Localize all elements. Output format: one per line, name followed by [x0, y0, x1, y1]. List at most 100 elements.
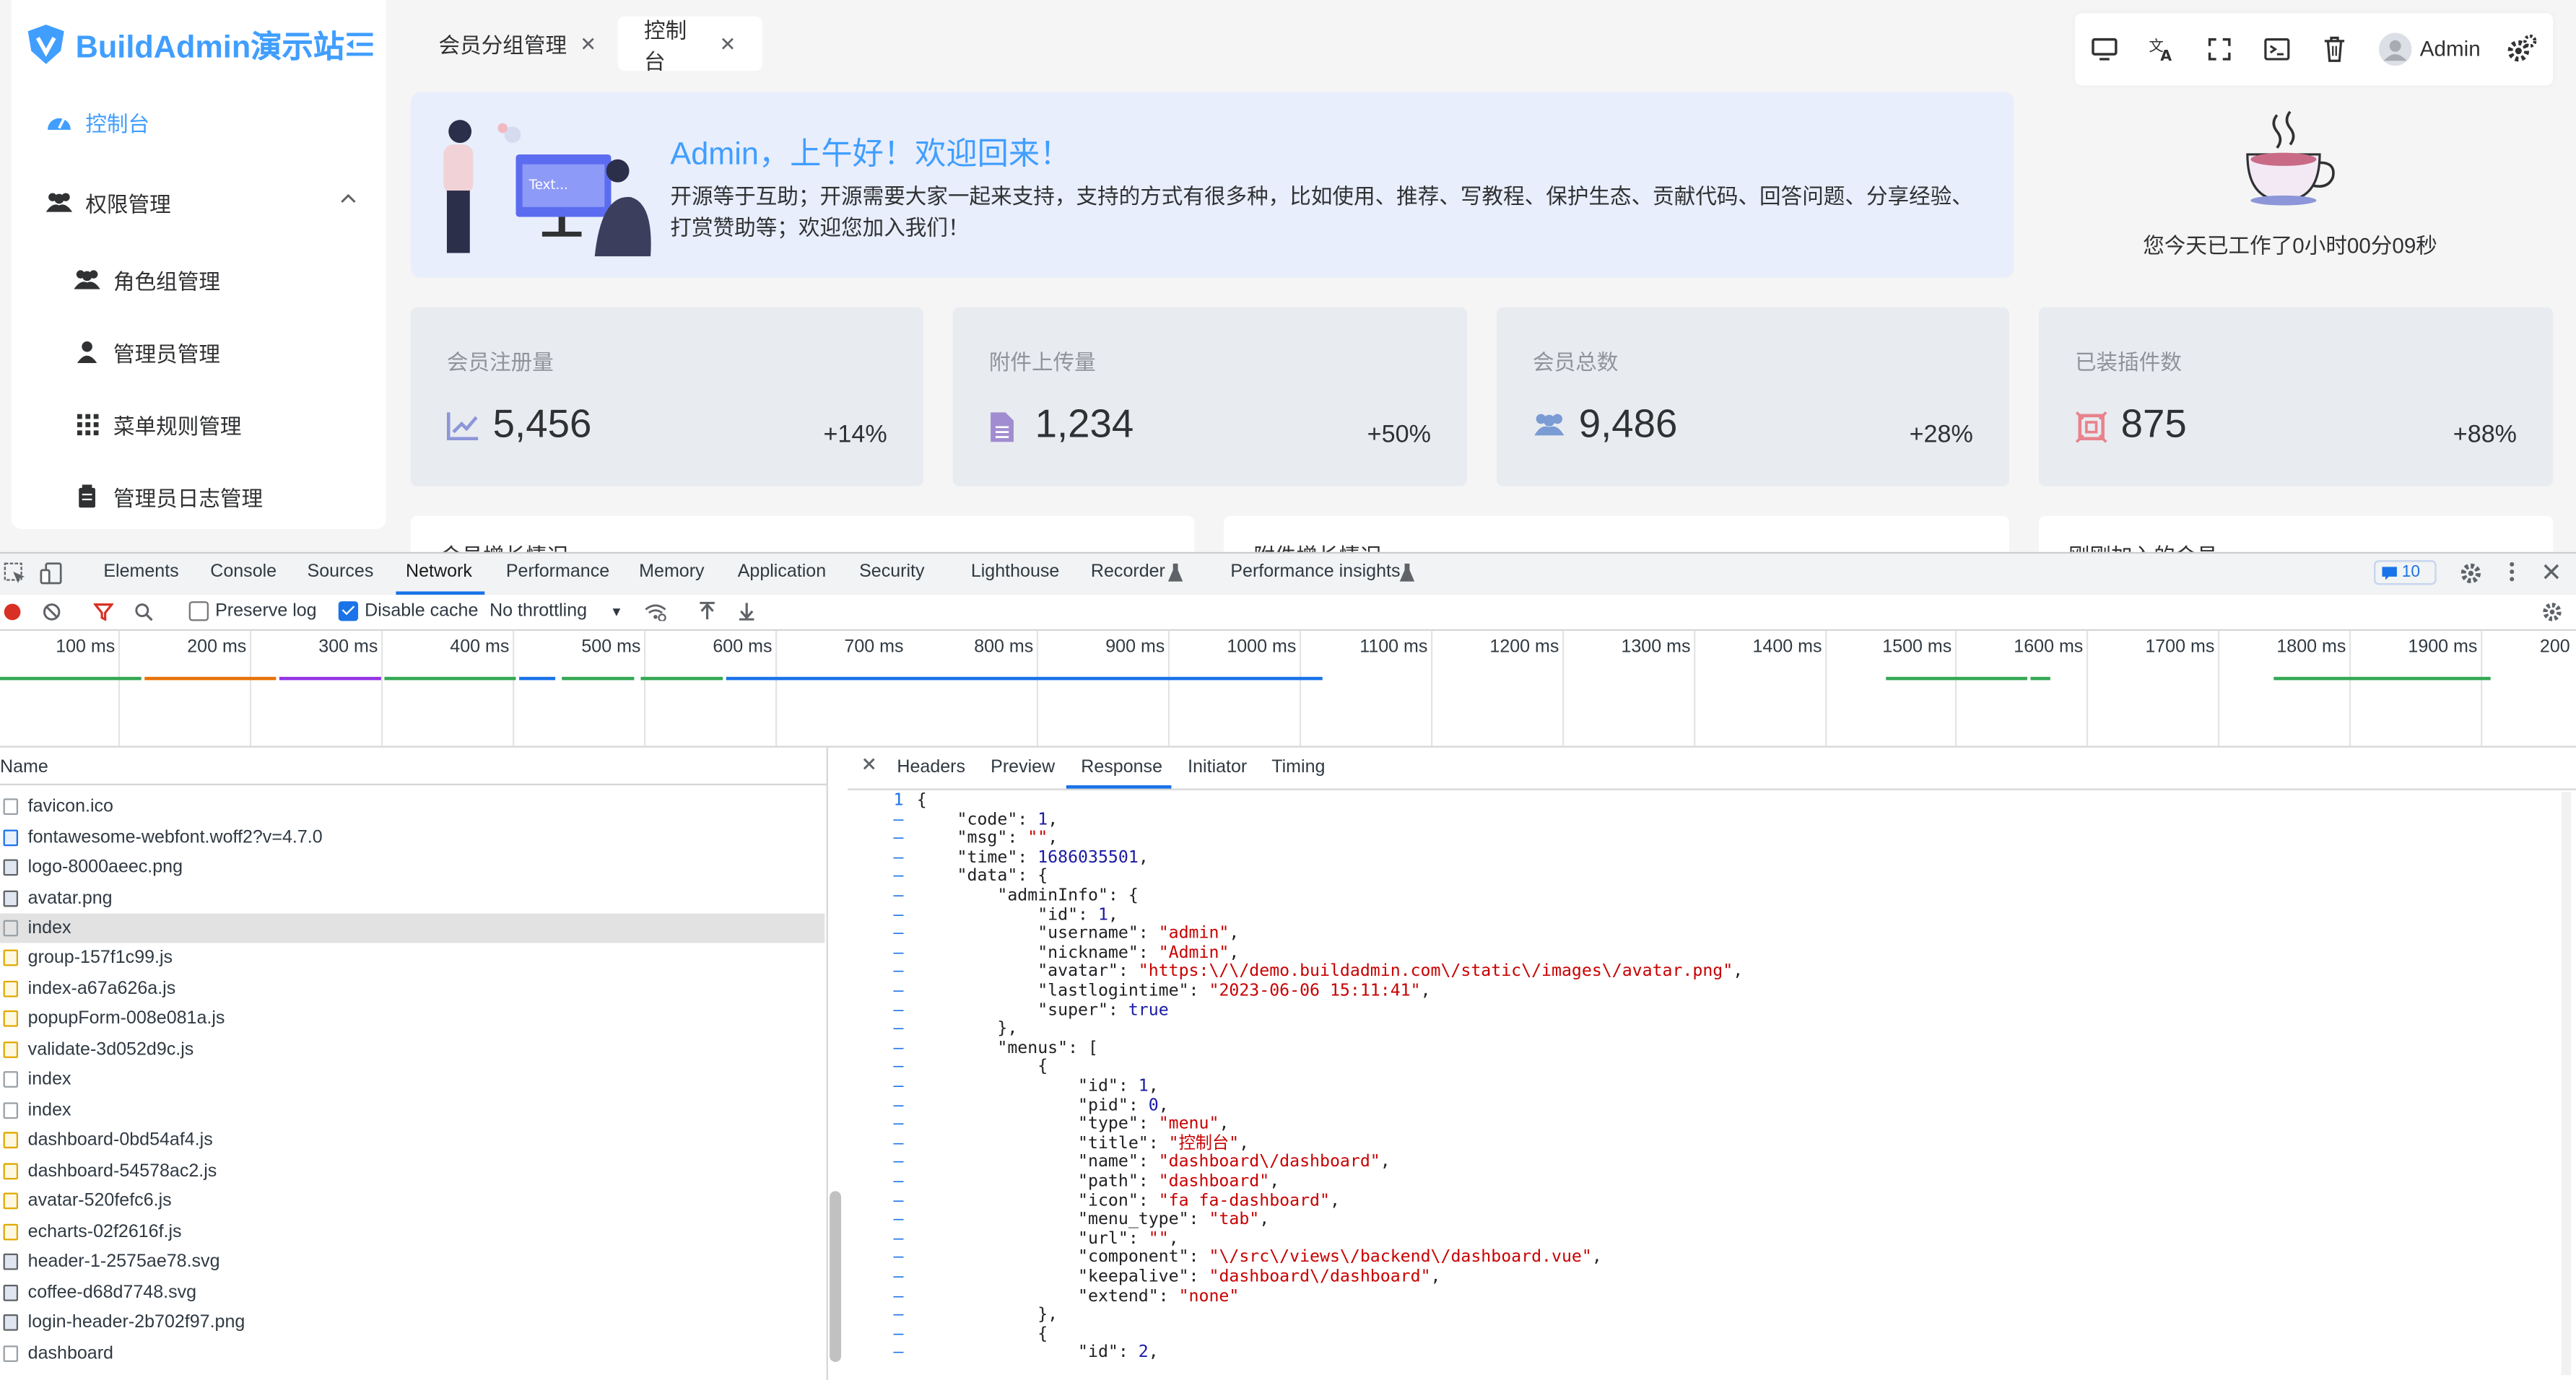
- line-number: –: [893, 1210, 904, 1230]
- script-file-icon: [3, 1163, 19, 1180]
- request-row[interactable]: index: [0, 913, 825, 943]
- tab-preview[interactable]: Preview: [991, 757, 1055, 777]
- search-icon[interactable]: [135, 603, 153, 621]
- request-row[interactable]: index: [0, 1065, 824, 1094]
- devtools-tab-performance[interactable]: Performance: [506, 562, 609, 581]
- request-row[interactable]: fontawesome-webfont.woff2?v=4.7.0: [0, 823, 824, 852]
- devtools-tab-memory[interactable]: Memory: [639, 562, 704, 581]
- stat-value: 1,234: [1035, 402, 1134, 447]
- work-time: 您今天已工作了0小时00分09秒: [2143, 233, 2437, 258]
- request-row[interactable]: login-header-2b702f97.png: [0, 1308, 824, 1337]
- request-row[interactable]: logo-8000aeec.png: [0, 852, 824, 882]
- request-row[interactable]: avatar-520fefc6.js: [0, 1186, 824, 1215]
- import-har-icon[interactable]: [698, 601, 716, 621]
- sidebar-item-admin-logs[interactable]: 管理员日志管理: [12, 463, 447, 529]
- fullscreen-icon[interactable]: [2203, 33, 2236, 66]
- clear-icon[interactable]: [43, 603, 61, 621]
- sidebar-item-role-groups[interactable]: 角色组管理: [12, 246, 447, 312]
- active-tab-indicator: [1066, 785, 1172, 789]
- filter-icon[interactable]: [93, 603, 114, 621]
- brand[interactable]: BuildAdmin演示站: [26, 22, 344, 68]
- monitor-icon[interactable]: [2088, 33, 2121, 66]
- request-row[interactable]: index-a67a626a.js: [0, 974, 824, 1004]
- response-tabbar: Headers Preview Response Initiator Timin…: [848, 748, 2576, 790]
- close-icon[interactable]: ✕: [720, 32, 736, 55]
- request-row[interactable]: coffee-d68d7748.svg: [0, 1278, 824, 1308]
- request-row[interactable]: group-157f1c99.js: [0, 943, 824, 973]
- devtools-tab-sources[interactable]: Sources: [308, 562, 374, 581]
- devtools-tab-performance-insights[interactable]: Performance insights: [1230, 562, 1400, 581]
- line-number: –: [893, 1344, 904, 1363]
- devtools-tab-network[interactable]: Network: [406, 562, 472, 581]
- settings-icon[interactable]: [2505, 33, 2538, 66]
- throttling-select[interactable]: No throttling ▼: [489, 601, 623, 621]
- more-options-icon[interactable]: [2500, 560, 2523, 583]
- welcome-illustration: Text...: [430, 112, 661, 260]
- request-list-scrollbar[interactable]: [830, 1191, 842, 1362]
- sidebar-item-menu-rules[interactable]: 菜单规则管理: [12, 391, 447, 457]
- brand-name: BuildAdmin演示站: [75, 30, 344, 65]
- tab-initiator[interactable]: Initiator: [1188, 757, 1247, 777]
- network-conditions-icon[interactable]: [644, 603, 667, 621]
- devtools: Elements Console Sources Network Perform…: [0, 551, 2576, 1380]
- devtools-tab-elements[interactable]: Elements: [103, 562, 178, 581]
- line-number: –: [893, 1135, 904, 1153]
- top-toolbar: 文A Admin: [2074, 13, 2554, 86]
- request-row[interactable]: dashboard: [0, 1339, 824, 1368]
- line-number: –: [893, 868, 904, 886]
- request-name: group-157f1c99.js: [27, 948, 173, 968]
- request-row[interactable]: avatar.png: [0, 884, 824, 914]
- devtools-tab-security[interactable]: Security: [859, 562, 924, 581]
- inspect-icon[interactable]: [4, 562, 27, 585]
- settings-icon[interactable]: [2459, 562, 2482, 585]
- issues-badge[interactable]: 10: [2374, 560, 2437, 585]
- sidebar-item-permissions[interactable]: 权限管理: [12, 169, 419, 235]
- preserve-log-toggle[interactable]: Preserve log: [188, 601, 317, 621]
- disable-cache-toggle[interactable]: Disable cache: [338, 601, 478, 621]
- sidebar-item-admins[interactable]: 管理员管理: [12, 319, 447, 385]
- translate-icon[interactable]: 文A: [2146, 33, 2179, 66]
- request-row[interactable]: popupForm-008e081a.js: [0, 1004, 824, 1034]
- line-number: –: [893, 1325, 904, 1344]
- request-row[interactable]: favicon.ico: [0, 792, 824, 821]
- illustration-label: Text...: [528, 178, 568, 193]
- name-column-header[interactable]: Name: [0, 748, 827, 786]
- menu-collapse-icon[interactable]: [344, 28, 377, 61]
- device-toggle-icon[interactable]: [40, 562, 63, 585]
- user-name[interactable]: Admin: [2420, 36, 2481, 61]
- devtools-tab-console[interactable]: Console: [210, 562, 277, 581]
- request-row[interactable]: echarts-02f2616f.js: [0, 1218, 824, 1247]
- record-icon[interactable]: [4, 603, 22, 621]
- request-row[interactable]: dashboard-54578ac2.js: [0, 1156, 824, 1186]
- devtools-tab-recorder[interactable]: Recorder: [1091, 562, 1165, 581]
- line-number: –: [893, 1249, 904, 1267]
- request-row[interactable]: header-1-2575ae78.svg: [0, 1247, 824, 1277]
- waterfall-bar: [562, 676, 635, 681]
- devtools-tab-application[interactable]: Application: [738, 562, 826, 581]
- response-scrollbar[interactable]: [2561, 792, 2572, 1376]
- tab-timing[interactable]: Timing: [1271, 757, 1325, 777]
- trash-icon[interactable]: [2318, 33, 2351, 66]
- close-icon[interactable]: ✕: [580, 32, 596, 55]
- close-icon[interactable]: [861, 756, 877, 772]
- tab-dashboard[interactable]: 控制台 ✕: [617, 16, 762, 73]
- request-row[interactable]: validate-3d052d9c.js: [0, 1035, 824, 1065]
- network-settings-icon[interactable]: [2541, 601, 2563, 623]
- tab-headers[interactable]: Headers: [897, 757, 965, 777]
- export-har-icon[interactable]: [738, 601, 756, 621]
- preserve-log-checkbox[interactable]: [188, 601, 209, 621]
- welcome-title: Admin，上午好！欢迎回来！: [670, 138, 1071, 173]
- tab-member-groups[interactable]: 会员分组管理 ✕: [412, 17, 622, 71]
- devtools-tab-lighthouse[interactable]: Lighthouse: [971, 562, 1059, 581]
- request-row[interactable]: dashboard-0bd54af4.js: [0, 1125, 824, 1155]
- svg-text:A: A: [2160, 47, 2172, 62]
- avatar[interactable]: [2378, 32, 2412, 66]
- disable-cache-checkbox[interactable]: [338, 601, 359, 621]
- tab-response[interactable]: Response: [1081, 757, 1162, 777]
- sidebar-item-dashboard[interactable]: 控制台: [12, 89, 419, 154]
- line-number: –: [893, 925, 904, 943]
- terminal-icon[interactable]: [2260, 33, 2294, 66]
- line-text: "msg": "",: [916, 829, 1058, 848]
- close-icon[interactable]: [2541, 562, 2561, 581]
- request-row[interactable]: index: [0, 1096, 824, 1125]
